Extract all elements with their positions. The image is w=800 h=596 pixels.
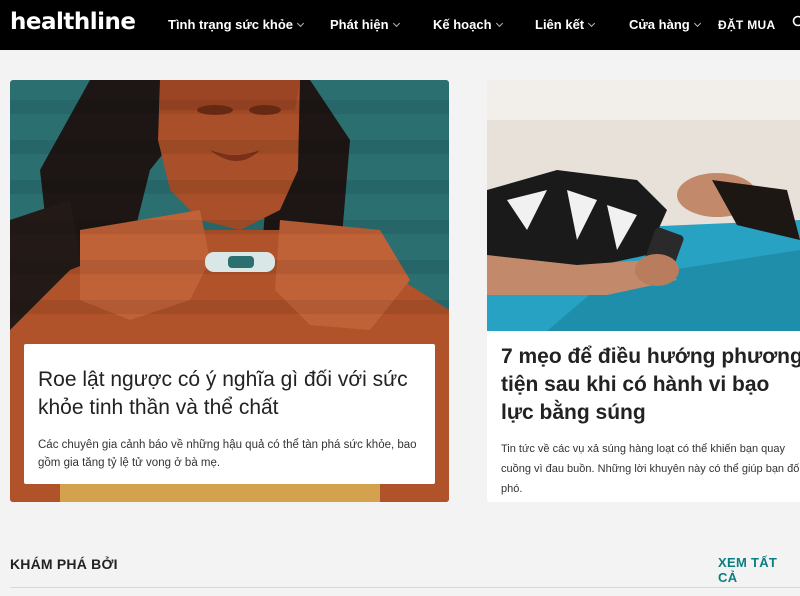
nav-item-connect[interactable]: Liên kết bbox=[535, 17, 596, 32]
nav-item-plan[interactable]: Kế hoạch bbox=[433, 17, 503, 32]
secondary-article-summary: Tin tức về các vụ xả súng hàng loạt có t… bbox=[501, 443, 800, 495]
secondary-article-headline[interactable]: 7 mẹo để điều hướng phương tiện sau khi … bbox=[501, 343, 800, 427]
chevron-down-icon bbox=[693, 19, 701, 28]
chevron-down-icon bbox=[495, 19, 503, 28]
nav-item-health-conditions[interactable]: Tình trạng sức khỏe bbox=[168, 17, 305, 32]
nav-item-label: Phát hiện bbox=[330, 17, 389, 32]
nav-item-shop[interactable]: Cửa hàng bbox=[629, 17, 701, 32]
nav-item-label: Kế hoạch bbox=[433, 17, 492, 32]
chevron-down-icon bbox=[296, 19, 305, 28]
chevron-down-icon bbox=[392, 19, 400, 28]
featured-article-headline[interactable]: Roe lật ngược có ý nghĩa gì đối với sức … bbox=[38, 366, 421, 422]
nav-item-discover[interactable]: Phát hiện bbox=[330, 17, 400, 32]
see-all-link[interactable]: XEM TẤT CẢ bbox=[718, 555, 800, 585]
secondary-article-text: 7 mẹo để điều hướng phương tiện sau khi … bbox=[501, 343, 800, 499]
featured-article-card[interactable]: Roe lật ngược có ý nghĩa gì đối với sức … bbox=[10, 80, 449, 502]
top-navigation-bar: healthline Tình trạng sức khỏe Phát hiện… bbox=[0, 0, 800, 50]
healthline-logo[interactable]: healthline bbox=[10, 9, 136, 35]
nav-item-label: Cửa hàng bbox=[629, 17, 690, 32]
secondary-article-card[interactable]: 7 mẹo để điều hướng phương tiện sau khi … bbox=[487, 80, 800, 502]
search-icon[interactable] bbox=[792, 15, 800, 29]
nav-item-label: Liên kết bbox=[535, 17, 585, 32]
subscribe-button[interactable]: ĐẶT MUA bbox=[718, 18, 775, 32]
chevron-down-icon bbox=[588, 19, 596, 28]
featured-article-summary: Các chuyên gia cảnh báo về những hậu quả… bbox=[38, 439, 417, 469]
nav-item-label: Tình trạng sức khỏe bbox=[168, 17, 293, 32]
article-photo-image bbox=[487, 80, 800, 331]
featured-article-text-box: Roe lật ngược có ý nghĩa gì đối với sức … bbox=[24, 344, 435, 484]
explore-by-heading: KHÁM PHÁ BỞI bbox=[10, 556, 118, 572]
section-divider bbox=[10, 587, 800, 588]
